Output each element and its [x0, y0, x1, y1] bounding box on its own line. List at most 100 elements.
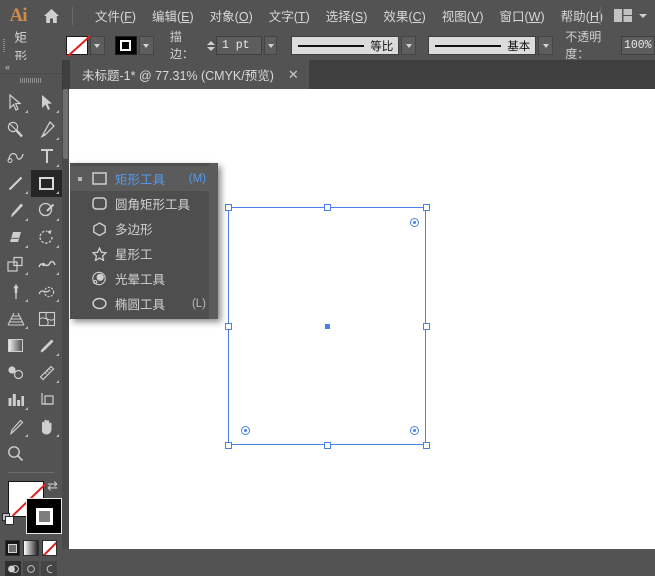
bounding-box-handle[interactable] [323, 203, 331, 211]
live-corner-widget[interactable] [410, 426, 419, 435]
slice-tool[interactable] [0, 413, 31, 440]
color-mode-icon[interactable] [5, 540, 21, 556]
bounding-box-handle[interactable] [323, 441, 331, 449]
eraser-tool[interactable] [0, 224, 31, 251]
blend-tool[interactable] [0, 359, 31, 386]
direct-selection-tool[interactable] [31, 89, 62, 116]
tools-panel-collapse[interactable]: « [0, 60, 62, 74]
shape-tools-flyout: 矩形工具 (M) 圆角矩形工具多边形星形工光晕工具 椭圆工具 (L) [70, 163, 218, 319]
magic-wand-tool[interactable] [0, 116, 31, 143]
flyout-item-label: 星形工 [115, 248, 153, 262]
stroke-weight-stepper[interactable] [206, 36, 216, 55]
stroke-swatch[interactable] [114, 36, 137, 55]
swap-fill-stroke-icon[interactable]: ⇄ [47, 479, 58, 492]
artboard[interactable] [69, 89, 655, 549]
variable-width-dropdown[interactable] [401, 36, 417, 55]
stroke-weight-input[interactable]: 1 pt [215, 36, 263, 55]
bounding-box-handle[interactable] [422, 203, 430, 211]
tool-empty-slot [31, 440, 62, 467]
flyout-item-polygon[interactable]: 多边形 [70, 216, 218, 241]
menu-item-c[interactable]: 效果(C) [375, 3, 433, 28]
brush-dropdown[interactable] [538, 36, 554, 55]
polygon-icon [90, 220, 108, 238]
menu-item-v[interactable]: 视图(V) [434, 3, 492, 28]
flyout-item-rectangle[interactable]: 矩形工具 (M) [70, 166, 218, 191]
shape-builder-tool[interactable] [31, 278, 62, 305]
gradient-tool[interactable] [0, 332, 31, 359]
variable-width-profile-select[interactable]: 等比 [291, 36, 400, 55]
perspective-grid-tool[interactable] [0, 305, 31, 332]
free-transform-tool[interactable] [0, 278, 31, 305]
tools-panel-grip[interactable] [0, 74, 62, 87]
flyout-item-flare[interactable]: 光晕工具 [70, 266, 218, 291]
workspace-switcher[interactable] [594, 0, 647, 31]
flyout-item-label: 矩形工具 [115, 173, 166, 187]
rotate-tool[interactable] [31, 224, 62, 251]
stroke-weight-dropdown[interactable] [264, 36, 278, 55]
flyout-item-label: 多边形 [115, 223, 153, 237]
default-fill-stroke-icon[interactable] [2, 513, 15, 526]
document-tab[interactable]: 未标题-1* @ 77.31% (CMYK/预览) ✕ [70, 60, 309, 89]
eyedropper-tool[interactable] [31, 332, 62, 359]
fill-dropdown-button[interactable] [89, 36, 105, 55]
pen-tool[interactable] [31, 116, 62, 143]
scrollbar-thumb[interactable] [63, 89, 68, 159]
menu-item-w[interactable]: 窗口(W) [491, 3, 552, 28]
paintbrush-tool[interactable] [0, 197, 31, 224]
flyout-item-rounded-rectangle[interactable]: 圆角矩形工具 [70, 191, 218, 216]
opacity-input[interactable]: 100% [620, 36, 655, 55]
menu-item-e[interactable]: 编辑(E) [144, 3, 202, 28]
draw-behind-icon[interactable] [23, 561, 39, 576]
fill-swatch[interactable] [65, 36, 88, 55]
stroke-dropdown-button[interactable] [138, 36, 154, 55]
stroke-weight-label[interactable]: 描边： [169, 28, 201, 63]
stroke-color-swatch[interactable] [26, 498, 62, 534]
draw-normal-icon[interactable] [5, 561, 21, 576]
flyout-item-star[interactable]: 星形工 [70, 241, 218, 266]
document-tab-bar: 未标题-1* @ 77.31% (CMYK/预览) ✕ [62, 60, 655, 89]
curvature-tool[interactable] [0, 143, 31, 170]
column-graph-tool[interactable] [0, 386, 31, 413]
mesh-tool[interactable] [31, 305, 62, 332]
brush-definition-select[interactable]: 基本 [428, 36, 537, 55]
bounding-box-handle[interactable] [224, 322, 232, 330]
gradient-mode-icon[interactable] [23, 540, 39, 556]
rectangle-tool[interactable] [31, 170, 62, 197]
hand-tool[interactable] [31, 413, 62, 440]
bounding-box-handle[interactable] [224, 441, 232, 449]
bounding-box-handle[interactable] [422, 441, 430, 449]
menu-item-s[interactable]: 选择(S) [318, 3, 376, 28]
zoom-tool[interactable] [0, 440, 31, 467]
menu-item-f[interactable]: 文件(F) [87, 3, 144, 28]
none-mode-icon[interactable] [41, 540, 57, 556]
flyout-item-ellipse[interactable]: 椭圆工具 (L) [70, 291, 218, 316]
close-icon[interactable]: ✕ [288, 68, 299, 81]
type-tool[interactable] [31, 143, 62, 170]
artboard-tool[interactable] [31, 386, 62, 413]
control-bar-grip[interactable] [0, 31, 9, 60]
draw-inside-icon[interactable] [41, 561, 57, 576]
bounding-box-handle[interactable] [422, 322, 430, 330]
measure-tool[interactable] [31, 359, 62, 386]
shaper-tool[interactable] [31, 197, 62, 224]
bounding-box-handle[interactable] [224, 203, 232, 211]
variable-width-profile-label: 等比 [370, 40, 394, 53]
canvas-area[interactable] [62, 89, 655, 549]
selection-tool[interactable] [0, 89, 31, 116]
vertical-scrollbar[interactable] [62, 89, 69, 549]
opacity-label[interactable]: 不透明度： [565, 28, 617, 63]
menu-item-t[interactable]: 文字(T) [261, 3, 318, 28]
line-segment-tool[interactable] [0, 170, 31, 197]
live-corner-widget[interactable] [241, 426, 250, 435]
flyout-tearoff-tab[interactable] [209, 163, 218, 319]
home-icon[interactable] [36, 8, 66, 24]
flyout-selected-bullet [76, 266, 83, 291]
width-tool[interactable] [31, 251, 62, 278]
menu-item-o[interactable]: 对象(O) [202, 3, 261, 28]
flare-icon [90, 270, 108, 288]
brush-definition-label: 基本 [507, 40, 531, 53]
scale-tool[interactable] [0, 251, 31, 278]
tool-grid [0, 87, 62, 467]
flyout-selected-bullet [76, 191, 83, 216]
live-corner-widget[interactable] [410, 218, 419, 227]
